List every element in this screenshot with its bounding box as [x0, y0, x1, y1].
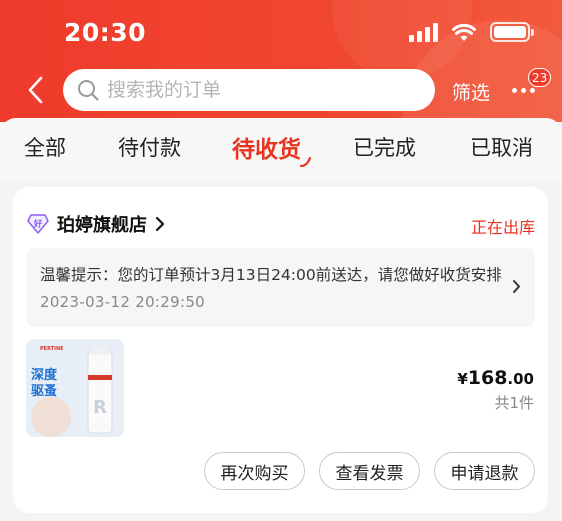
back-arrow-icon[interactable]: [24, 72, 48, 108]
search-input[interactable]: [107, 79, 407, 101]
chevron-right-icon: [155, 216, 165, 232]
price-decimal: .00: [507, 370, 534, 388]
message-count-badge: 23: [528, 68, 552, 87]
order-card: 好 珀婷旗舰店 正在出库 温馨提示：您的订单预计3月13日24:00前送达，请您…: [13, 187, 548, 513]
delivery-tip-text: 温馨提示：您的订单预计3月13日24:00前送达，请您做好收货安排: [40, 266, 502, 284]
bottle-letter: R: [93, 397, 107, 418]
tab-completed[interactable]: 已完成: [353, 132, 416, 162]
battery-icon: [490, 22, 534, 42]
status-icons: [409, 22, 534, 42]
tab-pending-payment[interactable]: 待付款: [118, 132, 181, 162]
shop-badge-text: 好: [33, 219, 43, 230]
buy-again-button[interactable]: 再次购买: [204, 452, 305, 490]
price-currency: ¥: [457, 370, 468, 388]
product-headline-2: 驱蚤: [31, 384, 57, 399]
product-headline-1: 深度: [31, 367, 58, 383]
refund-button[interactable]: 申请退款: [434, 452, 535, 490]
tab-all[interactable]: 全部: [24, 132, 66, 162]
shop-link[interactable]: 好 珀婷旗舰店: [27, 211, 165, 237]
product-price: ¥168.00: [457, 367, 534, 389]
chevron-right-icon: [513, 280, 520, 293]
shop-badge-icon: 好: [27, 214, 49, 234]
order-tabs: 全部 待付款 待收货 已完成 已取消: [0, 118, 562, 180]
tab-cancelled[interactable]: 已取消: [470, 132, 533, 162]
tab-pending-receipt-label: 待收货: [232, 137, 301, 163]
more-dots-icon: [512, 88, 542, 93]
price-integer: 168: [467, 367, 508, 389]
product-quantity: 共1件: [494, 394, 534, 412]
top-header: 20:30 筛选 23: [0, 0, 562, 122]
more-button[interactable]: 23: [512, 68, 552, 100]
shop-name: 珀婷旗舰店: [57, 215, 147, 236]
cellular-signal-icon: [409, 22, 438, 42]
active-tab-indicator: [299, 156, 312, 168]
product-image[interactable]: R PERTINE 深度 驱蚤: [26, 339, 124, 437]
filter-button[interactable]: 筛选: [452, 78, 490, 105]
product-photo: R PERTINE 深度 驱蚤: [26, 339, 124, 437]
delivery-tip-date: 2023-03-12 20:29:50: [40, 293, 206, 311]
search-box[interactable]: [63, 69, 435, 111]
status-time: 20:30: [64, 18, 147, 47]
tab-pending-receipt[interactable]: 待收货: [232, 130, 312, 168]
delivery-tip[interactable]: 温馨提示：您的订单预计3月13日24:00前送达，请您做好收货安排 2023-0…: [26, 248, 535, 327]
wifi-icon: [452, 23, 476, 41]
product-brand: PERTINE: [40, 346, 64, 352]
order-status: 正在出库: [470, 218, 535, 237]
view-invoice-button[interactable]: 查看发票: [319, 452, 420, 490]
search-icon: [78, 80, 99, 101]
